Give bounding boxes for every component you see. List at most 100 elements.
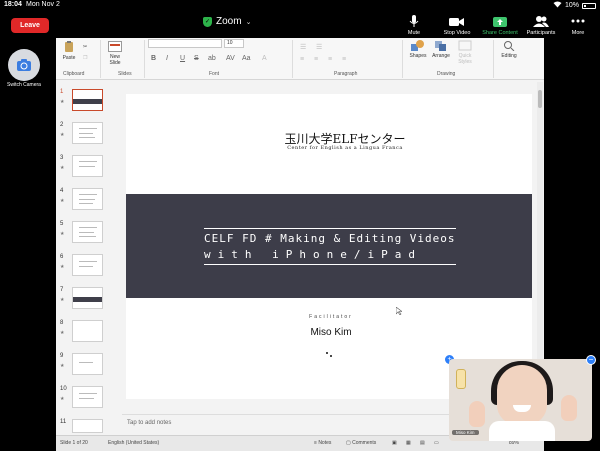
slides-group-label: Slides [118, 71, 132, 77]
slide-thumbnail[interactable] [72, 320, 103, 342]
leave-button[interactable]: Leave [11, 18, 49, 33]
paste-label: Paste [62, 55, 76, 61]
participants-label: Participants [526, 30, 556, 36]
character-spacing-button[interactable]: AV [226, 55, 235, 62]
meeting-title-text: Zoom [216, 16, 242, 27]
ink-dot [330, 355, 332, 357]
slide-thumbnail[interactable] [72, 122, 103, 144]
status-date: Mon Nov 2 [26, 1, 60, 8]
cut-icon[interactable]: ✂ [83, 44, 87, 50]
notes-placeholder: Tap to add notes [127, 420, 172, 426]
minimize-video-button[interactable]: − [586, 355, 596, 365]
switch-camera-button[interactable] [8, 49, 40, 81]
font-size-field[interactable]: 10 [224, 39, 244, 48]
ipad-screen: 18:04 Mon Nov 2 10% Leave ✓ Zoom ⌄ Mute … [0, 0, 600, 451]
bold-button[interactable]: B [151, 55, 156, 62]
video-person-shirt [489, 421, 555, 441]
video-person-face [497, 365, 547, 425]
bullets-icon[interactable]: ☰ [300, 43, 306, 51]
italic-button[interactable]: I [166, 55, 168, 62]
thumbnail-number: 7 [60, 287, 64, 293]
slide-count: Slide 1 of 20 [60, 440, 88, 446]
font-name-field[interactable] [148, 39, 222, 48]
transition-icon: ★ [60, 297, 65, 303]
switch-camera-label: Switch Camera [7, 82, 41, 88]
notes-toggle-label: Notes [318, 440, 332, 446]
drawing-group-label: Drawing [437, 71, 456, 77]
slide-thumbnail[interactable] [72, 155, 103, 177]
scroll-thumb[interactable] [538, 90, 542, 108]
ribbon-divider [144, 40, 145, 78]
paste-button[interactable]: Paste [60, 41, 78, 61]
thumbnail-number: 10 [60, 386, 67, 392]
new-slide-button[interactable]: New Slide [106, 41, 124, 66]
copy-icon[interactable]: ❐ [83, 55, 87, 61]
slideshow-icon[interactable]: ▭ [434, 440, 439, 446]
slide-thumbnail[interactable] [72, 353, 103, 375]
change-case-button[interactable]: Aa [242, 55, 251, 62]
shapes-button[interactable]: Shapes [408, 40, 428, 59]
video-name-label: Miso Kim [452, 430, 479, 435]
slide-org-subtitle: Center for English as a Lingua Franca [287, 145, 403, 151]
transition-icon: ★ [60, 264, 65, 270]
slide-title-line1: CELF FD # Making & Editing Videos [204, 232, 456, 245]
editing-label: Editing [501, 53, 517, 59]
self-video-tile[interactable]: Miso Kim [449, 359, 592, 441]
transition-icon: ★ [60, 99, 65, 105]
thumbnail-number: 4 [60, 188, 64, 194]
align-right-icon[interactable]: ≡ [328, 56, 332, 63]
subscript-button[interactable]: ab [208, 55, 216, 62]
language-indicator[interactable]: English (United States) [108, 440, 159, 446]
arrange-button[interactable]: Arrange [430, 40, 452, 59]
comments-toggle[interactable]: ▢ Comments [346, 440, 376, 446]
thumbnail-number: 8 [60, 320, 64, 326]
new-slide-icon [108, 41, 122, 52]
share-content-label: Share Content [482, 30, 518, 36]
paragraph-group-label: Paragraph [334, 71, 358, 77]
slide-thumbnail[interactable] [72, 254, 103, 276]
ribbon: Paste ✂ ❐ Clipboard New Slide Slides 10 … [56, 38, 544, 80]
font-color-icon[interactable]: A [262, 55, 267, 62]
justify-icon[interactable]: ≡ [342, 56, 346, 63]
slide-thumbnail[interactable] [72, 386, 103, 408]
quick-styles-icon [458, 40, 472, 51]
notes-toggle[interactable]: ≡ Notes [314, 440, 331, 446]
ribbon-divider [292, 40, 293, 78]
editing-button[interactable]: Editing [498, 40, 520, 59]
band-rule-top [204, 228, 456, 229]
shapes-label: Shapes [409, 53, 427, 59]
new-slide-label: New Slide [109, 54, 121, 66]
arrange-icon [435, 41, 446, 51]
normal-view-icon[interactable]: ▣ [392, 440, 397, 446]
mute-button[interactable]: Mute [392, 15, 436, 36]
align-center-icon[interactable]: ≡ [314, 56, 318, 63]
video-background-object [456, 369, 466, 389]
more-button[interactable]: More [556, 15, 600, 36]
meeting-title[interactable]: ✓ Zoom ⌄ [203, 16, 251, 27]
camera-rotate-icon [17, 59, 31, 71]
slide-thumbnail[interactable] [72, 221, 103, 243]
stop-video-label: Stop Video [443, 30, 471, 36]
chevron-down-icon: ⌄ [245, 18, 252, 26]
battery-icon [582, 2, 596, 9]
slide-thumbnail[interactable] [72, 287, 103, 309]
stop-video-button[interactable]: Stop Video [435, 15, 479, 36]
underline-button[interactable]: U [180, 55, 185, 62]
slide-thumbnail[interactable] [72, 188, 103, 210]
slide-thumbnail[interactable] [72, 419, 103, 433]
wifi-icon [553, 1, 562, 10]
ribbon-divider [493, 40, 494, 78]
strikethrough-button[interactable]: S [194, 55, 199, 62]
slide-thumbnail-pane[interactable]: 1 ★ 2 ★ 3 ★ 4 ★ 5 ★ 6 ★ 7 ★ 8 ★ 9 ★ 10 ★… [56, 80, 122, 435]
quick-styles-button[interactable]: Quick Styles [454, 40, 476, 65]
align-left-icon[interactable]: ≡ [300, 56, 304, 63]
share-content-button[interactable]: Share Content [478, 15, 522, 36]
quick-styles-label: Quick Styles [458, 53, 472, 65]
transition-icon: ★ [60, 198, 65, 204]
slide-thumbnail[interactable] [72, 89, 103, 111]
slide-canvas[interactable]: 玉川大学ELFセンター Center for English as a Ling… [126, 94, 532, 399]
numbering-icon[interactable]: ☰ [316, 43, 322, 51]
reading-view-icon[interactable]: ▤ [420, 440, 425, 446]
slide-sorter-icon[interactable]: ▦ [406, 440, 411, 446]
clipboard-group-label: Clipboard [63, 71, 85, 77]
